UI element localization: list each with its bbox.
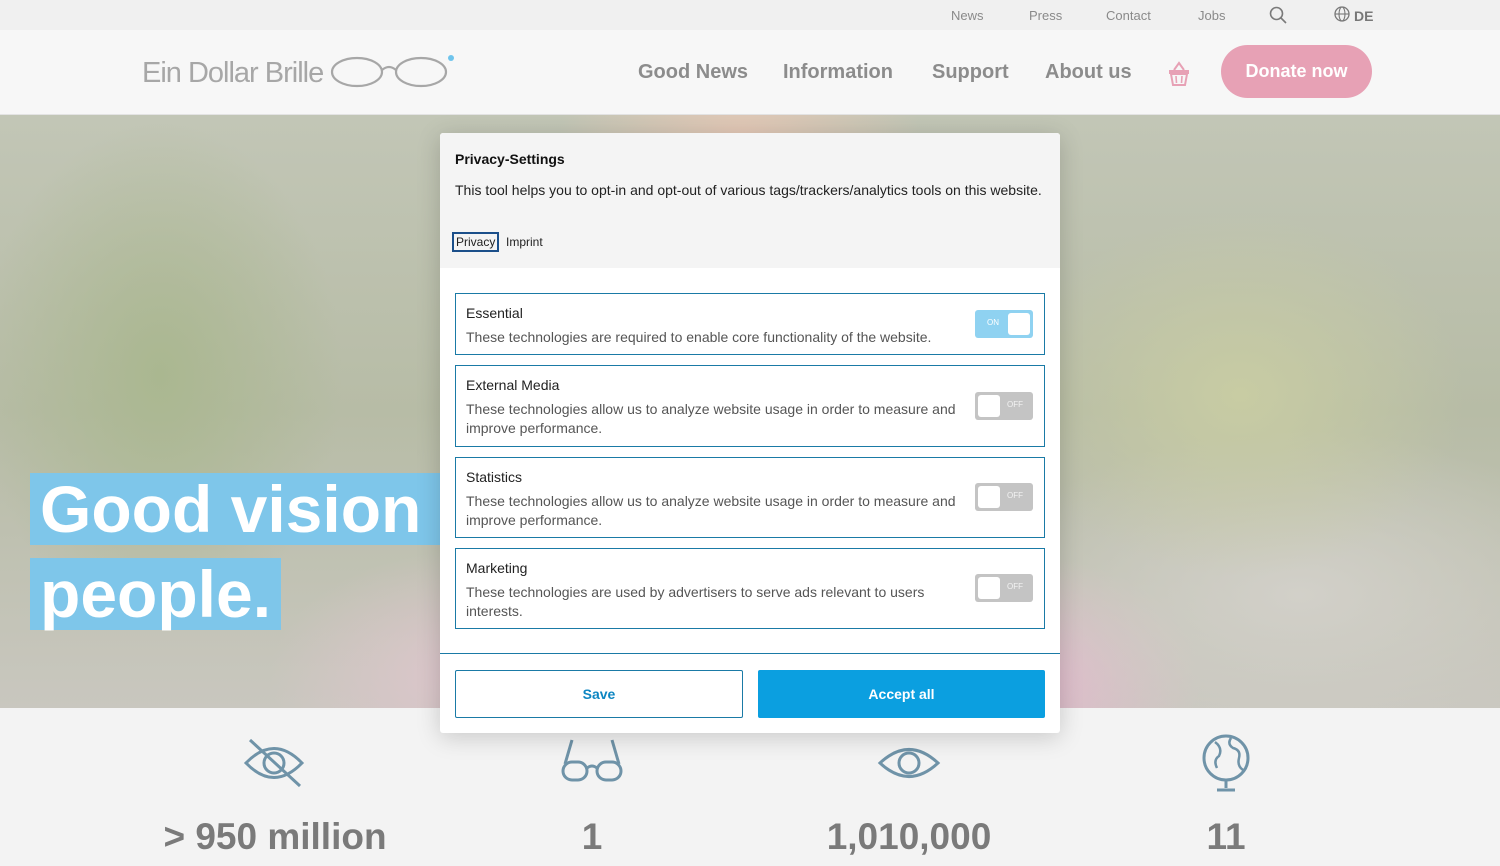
- globe-icon: [1334, 6, 1350, 25]
- category-title: External Media: [466, 377, 560, 393]
- glasses-icon: [560, 736, 624, 795]
- stat-value-3: 1,010,000: [826, 816, 992, 857]
- category-title: Statistics: [466, 469, 523, 485]
- hero-headline-line-2: people.: [30, 558, 282, 630]
- toggle-state-label: OFF: [1007, 582, 1023, 591]
- stat-value-4: 11: [1206, 816, 1246, 857]
- external-media-toggle[interactable]: OFF: [975, 392, 1033, 420]
- eye-crossed-icon: [242, 736, 306, 795]
- search-icon[interactable]: [1269, 6, 1287, 29]
- category-marketing: Marketing These technologies are used by…: [455, 548, 1045, 629]
- marketing-toggle[interactable]: OFF: [975, 574, 1033, 602]
- top-utility-bar: News Press Contact Jobs DE: [0, 0, 1500, 30]
- language-switcher[interactable]: DE: [1334, 6, 1373, 25]
- top-link-contact[interactable]: Contact: [1106, 8, 1151, 23]
- category-title: Marketing: [466, 560, 528, 576]
- logo-text: Ein Dollar Brille: [142, 57, 324, 89]
- site-header: Ein Dollar Brille Good News Information …: [0, 30, 1500, 115]
- donate-now-button[interactable]: Donate now: [1221, 45, 1372, 98]
- basket-icon[interactable]: [1167, 61, 1191, 92]
- globe-stand-icon: [1197, 730, 1257, 801]
- top-link-press[interactable]: Press: [1029, 8, 1062, 23]
- toggle-state-label: OFF: [1007, 491, 1023, 500]
- dialog-divider: [440, 653, 1060, 654]
- top-link-news[interactable]: News: [951, 8, 984, 23]
- top-link-jobs[interactable]: Jobs: [1198, 8, 1225, 23]
- nav-support[interactable]: Support: [932, 61, 1009, 84]
- privacy-dialog-title: Privacy-Settings: [455, 151, 565, 167]
- category-essential: Essential These technologies are require…: [455, 293, 1045, 355]
- privacy-dialog-description: This tool helps you to opt-in and opt-ou…: [455, 182, 1042, 198]
- glasses-logo-icon: [329, 52, 455, 95]
- toggle-state-label: OFF: [1007, 400, 1023, 409]
- nav-information[interactable]: Information: [783, 61, 893, 84]
- save-button[interactable]: Save: [455, 670, 743, 718]
- category-statistics: Statistics These technologies allow us t…: [455, 457, 1045, 538]
- toggle-knob: [978, 395, 1000, 417]
- privacy-dialog-header: Privacy-Settings This tool helps you to …: [440, 133, 1060, 268]
- language-label: DE: [1354, 7, 1374, 24]
- category-title: Essential: [466, 305, 523, 321]
- eye-icon: [877, 736, 941, 795]
- category-description: These technologies are used by advertise…: [466, 584, 925, 619]
- category-external-media: External Media These technologies allow …: [455, 365, 1045, 447]
- category-description: These technologies allow us to analyze w…: [466, 493, 956, 528]
- nav-good-news[interactable]: Good News: [638, 61, 748, 84]
- hero-headline-line-1: Good vision f: [30, 473, 472, 545]
- privacy-link[interactable]: Privacy: [451, 232, 500, 252]
- stat-value-1: > 950 million: [163, 816, 387, 857]
- privacy-settings-dialog: Privacy-Settings This tool helps you to …: [440, 133, 1060, 733]
- site-logo[interactable]: Ein Dollar Brille: [142, 52, 455, 95]
- toggle-knob: [1008, 313, 1030, 335]
- toggle-knob: [978, 577, 1000, 599]
- stat-value-2: 1: [581, 816, 603, 857]
- accept-all-button[interactable]: Accept all: [758, 670, 1045, 718]
- nav-about-us[interactable]: About us: [1045, 61, 1132, 84]
- essential-toggle[interactable]: ON: [975, 310, 1033, 338]
- statistics-toggle[interactable]: OFF: [975, 483, 1033, 511]
- category-description: These technologies allow us to analyze w…: [466, 401, 956, 436]
- imprint-link[interactable]: Imprint: [505, 235, 544, 249]
- toggle-knob: [978, 486, 1000, 508]
- category-description: These technologies are required to enabl…: [466, 329, 932, 345]
- toggle-state-label: ON: [987, 318, 999, 327]
